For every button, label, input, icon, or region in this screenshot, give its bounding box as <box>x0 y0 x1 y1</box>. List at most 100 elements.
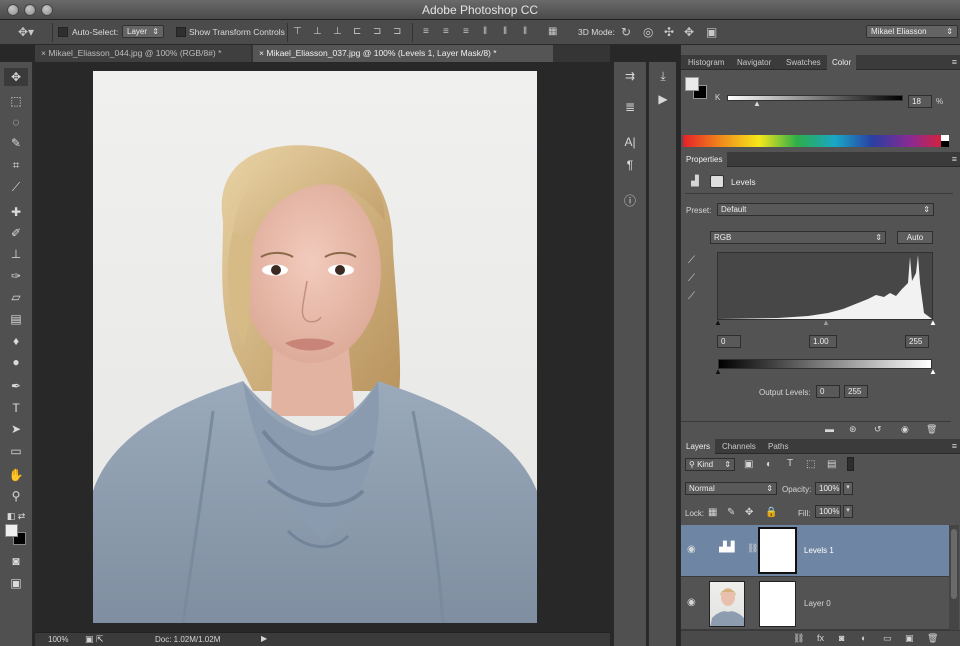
pen-tool-icon[interactable]: ✒ <box>4 377 28 395</box>
status-icons[interactable]: ▣ ⇱ <box>85 634 104 645</box>
quick-mask-icon[interactable]: ◙ <box>4 552 28 570</box>
channel-dropdown[interactable]: RGB ⇕ <box>710 231 886 244</box>
layers-scrollbar[interactable] <box>949 525 959 630</box>
layer-name[interactable]: Layer 0 <box>804 599 831 608</box>
layer-thumbnail[interactable] <box>709 581 745 627</box>
lock-position-icon[interactable]: ✥ <box>745 507 753 518</box>
tab-histogram[interactable]: Histogram <box>683 55 729 70</box>
play-action-icon[interactable]: ▶ <box>651 92 675 106</box>
zoom-tool-icon[interactable]: ⚲ <box>4 487 28 505</box>
3d-slide-icon[interactable]: ✥ <box>684 25 694 39</box>
rectangle-tool-icon[interactable]: ▭ <box>4 442 28 460</box>
blend-mode-dropdown[interactable]: Normal ⇕ <box>685 482 777 495</box>
gradient-tool-icon[interactable]: ▤ <box>4 310 28 328</box>
tab-properties[interactable]: Properties <box>681 152 728 167</box>
black-point-eyedropper-icon[interactable]: ⟋ <box>688 255 695 266</box>
visibility-eye-icon[interactable]: ◉ <box>687 544 696 555</box>
color-foreground-swatch[interactable] <box>685 77 699 91</box>
path-selection-tool-icon[interactable]: ➤ <box>4 420 28 438</box>
filter-pixel-icon[interactable]: ▣ <box>744 459 753 470</box>
crop-tool-icon[interactable]: ⌗ <box>4 156 28 174</box>
align-bottom-icon[interactable]: ⊥ <box>333 26 342 37</box>
brush-presets-icon[interactable]: ⤓ <box>651 69 675 84</box>
output-white-slider-icon[interactable]: ▲ <box>929 367 937 376</box>
clone-stamp-tool-icon[interactable]: ⊥ <box>4 245 28 263</box>
align-hcenter-icon[interactable]: ⊐ <box>373 26 381 37</box>
3d-scale-icon[interactable]: ▣ <box>706 25 717 39</box>
marquee-tool-icon[interactable]: ⬚ <box>4 92 28 110</box>
align-right-icon[interactable]: ⊐ <box>393 26 401 37</box>
auto-select-checkbox[interactable] <box>58 27 68 37</box>
layer-mask-icon[interactable] <box>710 175 724 188</box>
gray-point-eyedropper-icon[interactable]: ⟋ <box>688 273 695 284</box>
actions-panel-icon[interactable]: ≣ <box>618 100 642 114</box>
add-mask-icon[interactable]: ◙ <box>839 633 844 643</box>
opacity-slider-icon[interactable]: ▾ <box>843 482 853 495</box>
document-photo[interactable] <box>93 71 537 623</box>
output-black-field[interactable]: 0 <box>816 385 840 398</box>
tab-navigator[interactable]: Navigator <box>732 55 776 70</box>
fill-field[interactable]: 100% <box>815 505 841 518</box>
lock-image-icon[interactable]: ✎ <box>727 507 735 518</box>
fill-slider-icon[interactable]: ▾ <box>843 505 853 518</box>
distribute-bottom-icon[interactable]: ≡ <box>463 26 469 37</box>
clip-to-layer-icon[interactable]: ▬ <box>825 424 834 434</box>
eyedropper-tool-icon[interactable]: ⟋ <box>4 178 28 196</box>
filter-shape-icon[interactable]: ⬚ <box>806 459 815 470</box>
close-tab-icon[interactable]: × <box>41 48 46 58</box>
workspace-dropdown[interactable]: Mikael Eliasson ⇕ <box>866 25 958 38</box>
hand-tool-icon[interactable]: ✋ <box>4 466 28 484</box>
show-transform-checkbox[interactable] <box>176 27 186 37</box>
input-black-slider-icon[interactable]: ▲ <box>714 318 722 327</box>
type-tool-icon[interactable]: T <box>4 399 28 417</box>
color-spectrum-bar[interactable] <box>683 135 949 147</box>
view-previous-icon[interactable]: ⊛ <box>849 424 857 435</box>
align-top-icon[interactable]: ⊤ <box>293 26 302 37</box>
layer-row-levels[interactable]: ◉ ▟▟ ⛓ Levels 1 <box>681 525 949 577</box>
k-slider-thumb-icon[interactable]: ▲ <box>753 99 761 108</box>
auto-button[interactable]: Auto <box>897 231 933 244</box>
delete-layer-icon[interactable]: 🗑 <box>927 633 938 644</box>
auto-align-icon[interactable]: ▦ <box>548 26 557 37</box>
panel-menu-icon[interactable]: ≡ <box>952 57 957 67</box>
healing-brush-tool-icon[interactable]: ✚ <box>4 203 28 221</box>
history-brush-tool-icon[interactable]: ✑ <box>4 267 28 285</box>
zoom-level[interactable]: 100% <box>48 635 68 644</box>
lock-transparent-icon[interactable]: ▦ <box>708 507 717 518</box>
panel-menu-icon[interactable]: ≡ <box>952 154 957 164</box>
tab-layers[interactable]: Layers <box>681 439 716 454</box>
layer-mask-thumbnail[interactable] <box>759 581 796 627</box>
eraser-tool-icon[interactable]: ▱ <box>4 288 28 306</box>
default-colors-icon[interactable]: ◧ ⇄ <box>4 507 28 525</box>
layer-style-icon[interactable]: fx <box>817 633 824 643</box>
filter-type-icon[interactable]: T <box>787 458 793 469</box>
status-menu-arrow-icon[interactable]: ▶ <box>261 634 267 643</box>
layer-row-layer0[interactable]: ◉ Layer 0 <box>681 578 949 630</box>
distribute-top-icon[interactable]: ≡ <box>423 26 429 37</box>
3d-rotate-icon[interactable]: ↻ <box>621 25 631 39</box>
distribute-left-icon[interactable]: ‖ <box>483 26 487 37</box>
auto-select-dropdown[interactable]: Layer ⇕ <box>122 25 164 38</box>
document-tab-active[interactable]: × Mikael_Eliasson_037.jpg @ 100% (Levels… <box>253 45 553 62</box>
quick-select-tool-icon[interactable]: ✎ <box>4 134 28 152</box>
align-vcenter-icon[interactable]: ⊥ <box>313 26 322 37</box>
output-black-slider-icon[interactable]: ▲ <box>714 367 722 376</box>
layer-name[interactable]: Levels 1 <box>804 546 834 555</box>
output-white-field[interactable]: 255 <box>844 385 868 398</box>
lasso-tool-icon[interactable]: ◌ <box>4 113 28 131</box>
3d-drag-icon[interactable]: ✣ <box>664 25 674 39</box>
reset-icon[interactable]: ↺ <box>874 424 882 435</box>
filter-adjustment-icon[interactable]: ◐ <box>766 459 772 470</box>
input-gamma-slider-icon[interactable]: ▲ <box>822 318 830 327</box>
filter-smart-object-icon[interactable]: ▤ <box>827 459 836 470</box>
opacity-field[interactable]: 100% <box>815 482 841 495</box>
panel-menu-icon[interactable]: ≡ <box>952 441 957 451</box>
filter-toggle-icon[interactable] <box>847 457 854 471</box>
link-chain-icon[interactable]: ⛓ <box>747 543 758 554</box>
move-tool-preset-icon[interactable]: ✥▾ <box>18 25 34 39</box>
input-black-field[interactable]: 0 <box>717 335 741 348</box>
link-layers-icon[interactable]: ⛓ <box>793 633 804 644</box>
align-left-icon[interactable]: ⊏ <box>353 26 361 37</box>
screen-mode-icon[interactable]: ▣ <box>4 574 28 592</box>
tab-paths[interactable]: Paths <box>763 439 793 454</box>
